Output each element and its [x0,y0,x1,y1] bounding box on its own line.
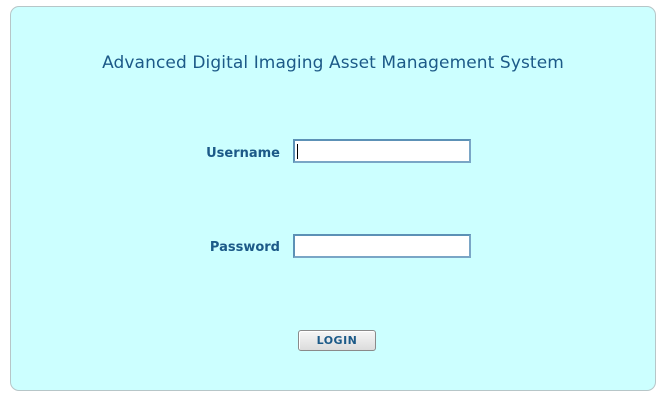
login-panel: Advanced Digital Imaging Asset Managemen… [10,6,656,391]
username-label: Username [206,146,280,161]
login-button[interactable]: LOGIN [298,330,376,351]
password-input[interactable] [293,234,471,258]
username-input[interactable] [293,139,471,163]
text-caret [297,144,298,159]
password-label: Password [209,240,280,255]
page-title: Advanced Digital Imaging Asset Managemen… [102,53,564,73]
